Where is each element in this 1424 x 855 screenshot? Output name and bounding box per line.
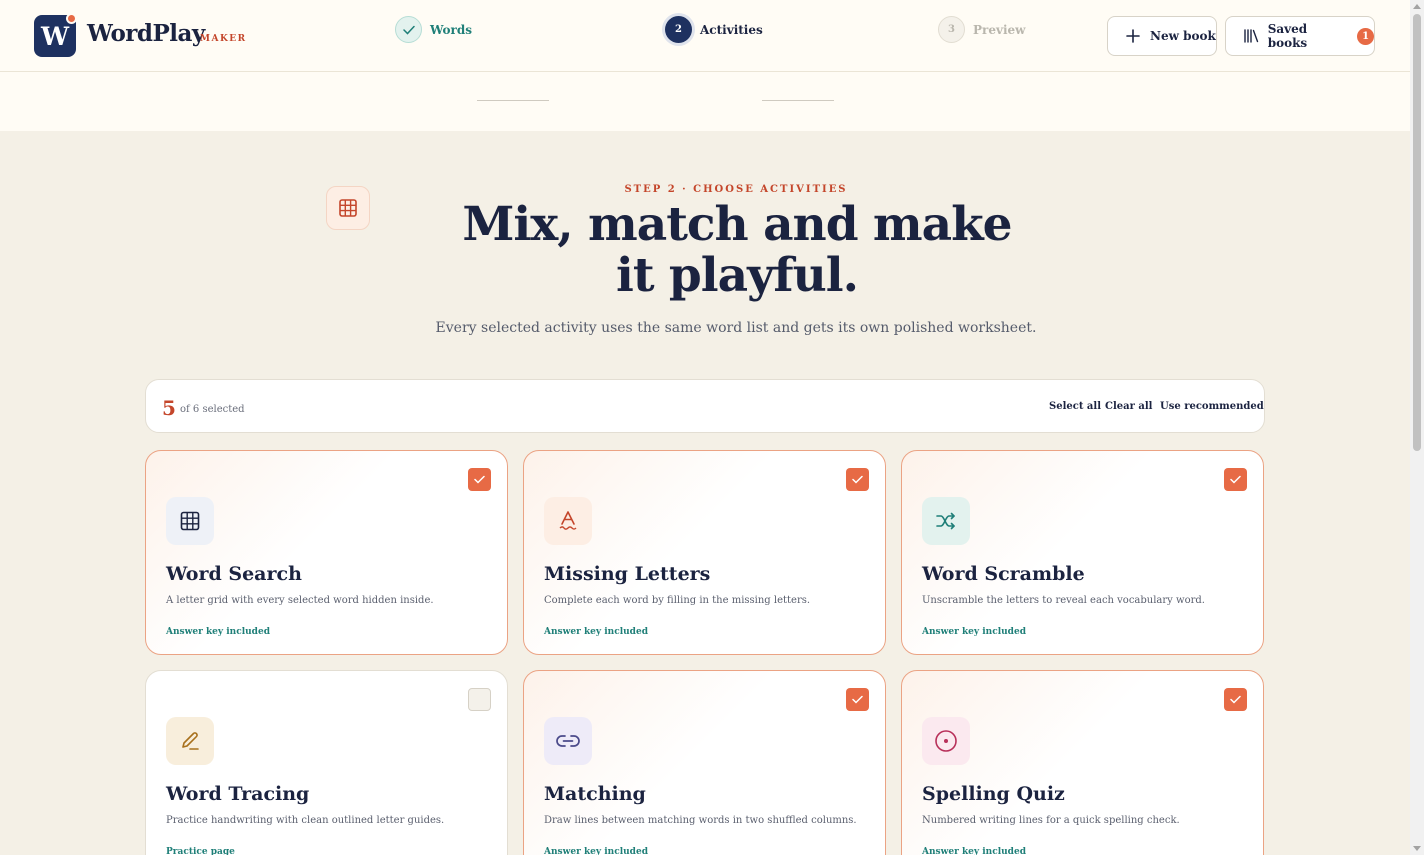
logo-letter: W	[40, 21, 70, 51]
step-number: 2	[665, 16, 692, 43]
check-icon	[395, 16, 422, 43]
plus-icon	[1124, 27, 1142, 45]
saved-books-button[interactable]: Saved books 1	[1225, 16, 1375, 56]
saved-books-label: Saved books	[1267, 22, 1308, 50]
step-connector	[477, 100, 549, 101]
activity-description: Draw lines between matching words in two…	[544, 815, 857, 826]
activity-footnote: Answer key included	[544, 627, 648, 637]
activity-footnote: Practice page	[166, 847, 235, 855]
activity-title: Spelling Quiz	[922, 783, 1065, 805]
activity-footnote: Answer key included	[922, 847, 1026, 855]
new-book-label: New book	[1150, 29, 1216, 43]
activity-description: A letter grid with every selected word h…	[166, 595, 434, 606]
activity-description: Numbered writing lines for a quick spell…	[922, 815, 1180, 826]
step-activities[interactable]: 2 Activities	[665, 16, 763, 43]
activity-title: Word Tracing	[166, 783, 310, 805]
activity-description: Complete each word by filling in the mis…	[544, 595, 811, 606]
page-subtitle: Every selected activity uses the same wo…	[435, 320, 1037, 336]
checkbox-checked[interactable]	[1224, 468, 1247, 491]
step-label: Words	[430, 22, 472, 37]
grid-icon	[166, 497, 214, 545]
activity-description: Practice handwriting with clean outlined…	[166, 815, 445, 826]
page-title: Mix, match and make it playful.	[462, 197, 1012, 303]
logo-dot	[66, 13, 77, 24]
stepper	[0, 72, 1410, 131]
activity-title: Word Scramble	[922, 563, 1085, 585]
activity-card-spelling-quiz[interactable]: Spelling Quiz Numbered writing lines for…	[901, 670, 1264, 855]
activity-title: Missing Letters	[544, 563, 711, 585]
checkbox-checked[interactable]	[1224, 688, 1247, 711]
activity-title: Matching	[544, 783, 646, 805]
selected-count: 5	[162, 396, 176, 420]
use-recommended-button[interactable]: Use recommended	[1160, 401, 1264, 412]
activity-card-matching[interactable]: Matching Draw lines between matching wor…	[523, 670, 886, 855]
shuffle-icon	[922, 497, 970, 545]
scrollbar-thumb[interactable]	[1413, 14, 1421, 451]
link-icon	[544, 717, 592, 765]
brand-sub: MAKER	[200, 34, 247, 44]
activity-footnote: Answer key included	[166, 627, 270, 637]
vertical-scrollbar[interactable]	[1410, 0, 1424, 855]
brand-name[interactable]: WordPlay	[87, 20, 205, 47]
clear-all-button[interactable]: Clear all	[1105, 401, 1152, 412]
activity-footnote: Answer key included	[922, 627, 1026, 637]
step-preview[interactable]: 3 Preview	[938, 16, 1025, 43]
letter-a-icon	[544, 497, 592, 545]
checkbox-unchecked[interactable]	[468, 688, 491, 711]
pencil-icon	[166, 717, 214, 765]
activity-card-word-scramble[interactable]: Word Scramble Unscramble the letters to …	[901, 450, 1264, 655]
select-all-button[interactable]: Select all	[1049, 401, 1101, 412]
step-connector	[762, 100, 834, 101]
step-label: Activities	[700, 22, 763, 37]
new-book-button[interactable]: New book	[1107, 16, 1217, 56]
activity-card-missing-letters[interactable]: Missing Letters Complete each word by fi…	[523, 450, 886, 655]
selected-of-text: of 6 selected	[180, 404, 245, 415]
scroll-down-icon[interactable]	[1413, 846, 1421, 851]
selection-bar: 5 of 6 selected Select all Clear all Use…	[145, 379, 1265, 433]
step-label: Preview	[973, 22, 1026, 37]
activity-card-word-tracing[interactable]: Word Tracing Practice handwriting with c…	[145, 670, 508, 855]
checkbox-checked[interactable]	[468, 468, 491, 491]
activity-footnote: Answer key included	[544, 847, 648, 855]
activity-card-word-search[interactable]: Word Search A letter grid with every sel…	[145, 450, 508, 655]
checkbox-checked[interactable]	[846, 688, 869, 711]
checkbox-checked[interactable]	[846, 468, 869, 491]
scroll-up-icon[interactable]	[1413, 4, 1421, 9]
step-words[interactable]: Words	[395, 16, 472, 43]
activity-description: Unscramble the letters to reveal each vo…	[922, 595, 1205, 606]
step-eyebrow: STEP 2 · CHOOSE ACTIVITIES	[624, 184, 848, 195]
step-number: 3	[938, 16, 965, 43]
activity-title: Word Search	[166, 563, 302, 585]
library-icon	[1242, 27, 1260, 45]
saved-count-badge: 1	[1357, 27, 1375, 45]
target-icon	[922, 717, 970, 765]
